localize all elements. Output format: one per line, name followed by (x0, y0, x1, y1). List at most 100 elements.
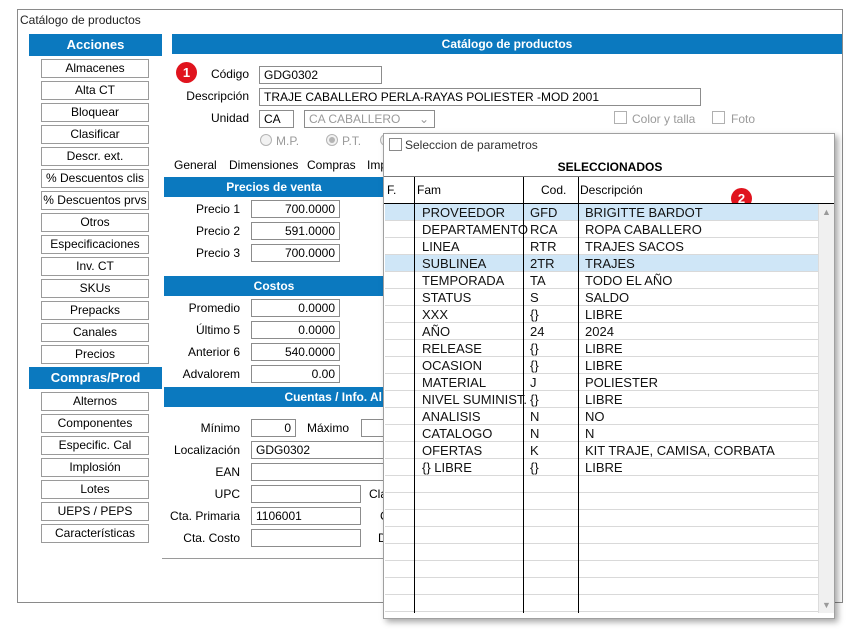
cta-primaria-input[interactable]: 1106001 (251, 507, 361, 525)
acciones-button[interactable]: Inv. CT (41, 257, 149, 276)
foto-checkbox[interactable] (712, 111, 725, 124)
acciones-button[interactable]: Almacenes (41, 59, 149, 78)
table-row[interactable]: RELEASE {} LIBRE (385, 340, 818, 357)
acciones-button[interactable]: Precios (41, 345, 149, 364)
table-row[interactable]: NIVEL SUMINIST.{} LIBRE (385, 391, 818, 408)
table-row[interactable]: MATERIAL J POLIESTER (385, 374, 818, 391)
compras-button[interactable]: UEPS / PEPS (41, 502, 149, 521)
table-row[interactable]: DEPARTAMENTO RCA ROPA CABALLERO (385, 221, 818, 238)
seleccion-parametros-checkbox[interactable] (389, 138, 402, 151)
precios-row-label: Precio 1 (195, 202, 240, 216)
table-row[interactable] (385, 510, 818, 527)
table-row[interactable]: OCASION {} LIBRE (385, 357, 818, 374)
ean-input[interactable] (251, 463, 384, 481)
cell-desc: SALDO (585, 290, 630, 305)
seleccion-parametros-label: Seleccion de parametros (405, 138, 538, 152)
costos-row-input[interactable]: 0.00 (251, 365, 340, 383)
scroll-down-icon[interactable]: ▼ (822, 600, 831, 610)
acciones-button[interactable]: Otros (41, 213, 149, 232)
precios-row-label: Precio 3 (195, 246, 240, 260)
upc-input[interactable] (251, 485, 361, 503)
acciones-button[interactable]: Bloquear (41, 103, 149, 122)
table-row[interactable]: AÑO 24 2024 (385, 323, 818, 340)
table-row[interactable] (385, 578, 818, 595)
cta-primaria-label: Cta. Primaria (169, 509, 240, 523)
costos-row-input[interactable]: 0.0000 (251, 321, 340, 339)
acciones-button[interactable]: SKUs (41, 279, 149, 298)
compras-button[interactable]: Características (41, 524, 149, 543)
unidad-label: Unidad (210, 111, 249, 125)
radio-mp[interactable] (260, 134, 272, 146)
cell-desc: TRAJES (585, 256, 635, 271)
precios-row-input[interactable]: 591.0000 (251, 222, 340, 240)
table-row[interactable] (385, 561, 818, 578)
maximo-input[interactable] (361, 419, 384, 437)
cell-fam: SUBLINEA (422, 256, 487, 271)
table-row[interactable]: TEMPORADA TA TODO EL AÑO (385, 272, 818, 289)
scroll-up-icon[interactable]: ▲ (822, 207, 831, 217)
cell-cod: 2TR (530, 256, 555, 271)
cell-fam: OCASION (422, 358, 482, 373)
localizacion-input[interactable]: GDG0302 (251, 441, 384, 459)
parametros-grid: PROVEEDOR GFD BRIGITTE BARDOT DEPARTAMENTO R… (384, 204, 818, 613)
table-row[interactable]: {} LIBRE {} LIBRE (385, 459, 818, 476)
compras-button[interactable]: Implosión (41, 458, 149, 477)
cell-cod: 24 (530, 324, 545, 339)
acciones-button[interactable]: % Descuentos prvs (41, 191, 149, 210)
acciones-button[interactable]: % Descuentos clis (41, 169, 149, 188)
table-row[interactable]: OFERTAS K KIT TRAJE, CAMISA, CORBATA (385, 442, 818, 459)
table-row[interactable] (385, 527, 818, 544)
tab-general[interactable]: General (174, 158, 217, 172)
acciones-button[interactable]: Descr. ext. (41, 147, 149, 166)
unidad-code-input[interactable]: CA (259, 110, 294, 128)
tab-dimensiones[interactable]: Dimensiones (229, 158, 298, 172)
table-row[interactable] (385, 493, 818, 510)
col-header-desc[interactable]: Descripción (580, 183, 643, 197)
minimo-input[interactable]: 0 (251, 419, 296, 437)
costos-row-input[interactable]: 0.0000 (251, 299, 340, 317)
cell-cod: RTR (530, 239, 557, 254)
costos-row-input[interactable]: 540.0000 (251, 343, 340, 361)
precios-row-input[interactable]: 700.0000 (251, 244, 340, 262)
codigo-input[interactable]: GDG0302 (259, 66, 382, 84)
cta-costo-input[interactable] (251, 529, 361, 547)
table-row[interactable]: ANALISIS N NO (385, 408, 818, 425)
table-row[interactable]: XXX {} LIBRE (385, 306, 818, 323)
cell-fam: OFERTAS (422, 443, 483, 458)
table-row[interactable] (385, 595, 818, 612)
col-header-fam[interactable]: Fam (417, 183, 441, 197)
table-row[interactable]: LINEA RTR TRAJES SACOS (385, 238, 818, 255)
cell-cod: TA (530, 273, 546, 288)
acciones-button[interactable]: Canales (41, 323, 149, 342)
costos-row-label: Advalorem (182, 367, 240, 381)
col-header-f[interactable]: F. (387, 183, 396, 197)
table-row[interactable]: CATALOGO N N (385, 425, 818, 442)
cell-fam: XXX (422, 307, 449, 322)
compras-button[interactable]: Lotes (41, 480, 149, 499)
cell-fam: CATALOGO (422, 426, 493, 441)
precios-row-input[interactable]: 700.0000 (251, 200, 340, 218)
table-row[interactable]: SUBLINEA 2TR TRAJES (385, 255, 818, 272)
table-row[interactable] (385, 544, 818, 561)
acciones-button[interactable]: Clasificar (41, 125, 149, 144)
table-row[interactable]: PROVEEDOR GFD BRIGITTE BARDOT (385, 204, 818, 221)
localizacion-label: Localización (173, 443, 240, 457)
vertical-scrollbar[interactable]: ▲ ▼ (818, 204, 834, 613)
descripcion-input[interactable]: TRAJE CABALLERO PERLA-RAYAS POLIESTER -M… (259, 88, 701, 106)
unidad-select[interactable]: CA CABALLERO ⌄ (304, 110, 435, 128)
cell-desc: LIBRE (585, 307, 623, 322)
compras-button[interactable]: Especific. Cal (41, 436, 149, 455)
compras-button[interactable]: Componentes (41, 414, 149, 433)
radio-pt[interactable] (326, 134, 338, 146)
table-row[interactable]: STATUS S SALDO (385, 289, 818, 306)
tab-compras[interactable]: Compras (307, 158, 356, 172)
acciones-button[interactable]: Especificaciones (41, 235, 149, 254)
color-talla-checkbox[interactable] (614, 111, 627, 124)
compras-button[interactable]: Alternos (41, 392, 149, 411)
codigo-label: Código (210, 67, 249, 81)
table-row[interactable] (385, 476, 818, 493)
acciones-button[interactable]: Alta CT (41, 81, 149, 100)
col-header-cod[interactable]: Cod. (541, 183, 566, 197)
cell-desc: 2024 (585, 324, 614, 339)
acciones-button[interactable]: Prepacks (41, 301, 149, 320)
